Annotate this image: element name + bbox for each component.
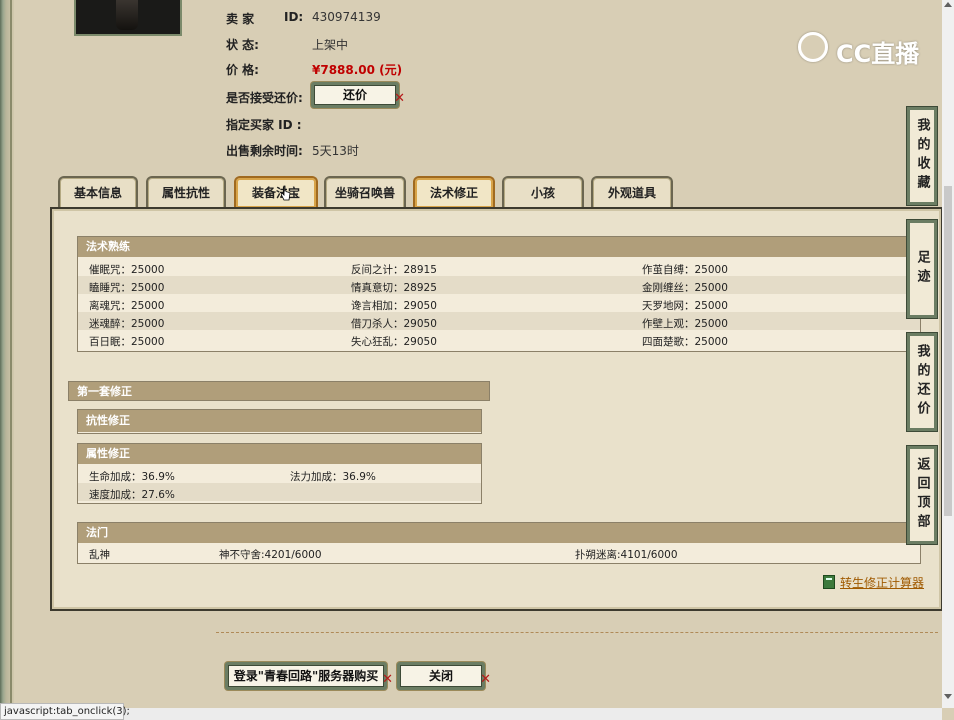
back-to-top-button[interactable]: 返回顶部 (907, 446, 937, 544)
tab-appearance[interactable]: 外观道具 (591, 176, 673, 208)
side-button-label: 我的还价 (914, 344, 930, 420)
my-favorites-button[interactable]: 我的收藏 (907, 107, 937, 205)
scroll-down-arrow-icon[interactable] (944, 694, 952, 699)
character-figure (116, 0, 138, 30)
skill-cell: 金刚缠丝：25000 (642, 282, 728, 294)
fa-men-cell: 乱神 (89, 549, 110, 561)
counter-offer-button-label: 还价 (342, 88, 367, 102)
correction-set-header: 第一套修正 (68, 381, 490, 401)
side-button-label: 返回顶部 (914, 457, 930, 533)
status-value: 上架中 (312, 38, 349, 52)
fa-men-cell: 扑朔迷离:4101/6000 (575, 549, 678, 561)
calculator-icon (823, 575, 835, 589)
tab-label: 坐骑召唤兽 (334, 186, 395, 200)
skill-cell: 迷魂醉：25000 (89, 318, 165, 330)
character-avatar (74, 0, 182, 36)
skill-cell: 百日眠：25000 (89, 336, 165, 348)
attr-cell: 速度加成：27.6% (89, 489, 175, 501)
remaining-time-value: 5天13时 (312, 144, 359, 158)
status-bar: javascript:tab_onclick(3); (0, 703, 130, 720)
login-buy-button[interactable]: 登录"青春回路"服务器购买 ✕ (225, 662, 393, 690)
row-bg (78, 294, 920, 312)
skill-cell: 离魂咒：25000 (89, 300, 165, 312)
spell-skill-header: 法术熟练 (78, 237, 920, 257)
close-button-label: 关闭 (428, 669, 453, 683)
designated-buyer-label: 指定买家 ID : (226, 118, 302, 132)
tab-label: 基本信息 (73, 186, 122, 200)
tab-equipment[interactable]: 装备法宝 (234, 176, 318, 208)
skill-cell: 催眠咒：25000 (89, 264, 165, 276)
watermark-text: CC直播 (836, 40, 920, 68)
scrollbar-thumb[interactable] (944, 186, 952, 516)
counter-offer-label: 是否接受还价: (226, 91, 303, 105)
close-x-icon: ✕ (394, 91, 405, 106)
tab-label: 装备法宝 (251, 186, 300, 200)
horizontal-scrollbar[interactable] (124, 708, 942, 720)
tab-label: 小孩 (530, 186, 555, 200)
my-counter-offers-button[interactable]: 我的还价 (907, 333, 937, 431)
skill-cell: 谗言相加：29050 (351, 300, 437, 312)
tab-label: 属性抗性 (161, 186, 210, 200)
skill-cell: 借刀杀人：29050 (351, 318, 437, 330)
scroll-up-arrow-icon[interactable] (944, 2, 952, 7)
tab-mounts-summons[interactable]: 坐骑召唤兽 (324, 176, 406, 208)
fa-men-header: 法门 (78, 523, 920, 543)
side-button-label: 我的收藏 (914, 118, 930, 194)
left-frame-border (0, 0, 14, 720)
row-bg (78, 276, 920, 294)
fa-men-cell: 神不守舍:4201/6000 (219, 549, 322, 561)
tab-children[interactable]: 小孩 (502, 176, 584, 208)
cc-logo-icon (798, 32, 828, 62)
row-bg (78, 258, 920, 276)
skill-cell: 天罗地网：25000 (642, 300, 728, 312)
seller-id-value: 430974139 (312, 10, 381, 24)
status-label: 状 态: (226, 38, 259, 52)
price-label: 价 格: (226, 63, 259, 77)
row-bg (78, 330, 920, 348)
tab-spell-correction[interactable]: 法术修正 (413, 176, 495, 208)
skill-cell: 作茧自缚：25000 (642, 264, 728, 276)
calculator-link-label: 转生修正计算器 (840, 576, 925, 590)
row-bg (78, 312, 920, 330)
close-button[interactable]: 关闭 ✕ (397, 662, 491, 690)
id-label: ID: (284, 10, 304, 24)
dashed-divider (216, 632, 938, 633)
attr-correction-header: 属性修正 (78, 444, 481, 464)
attr-cell: 法力加成：36.9% (290, 471, 376, 483)
skill-cell: 作壁上观：25000 (642, 318, 728, 330)
skill-cell: 情真意切：28925 (351, 282, 437, 294)
rebirth-calculator-link[interactable]: 转生修正计算器 (823, 574, 924, 591)
close-x-icon: ✕ (480, 672, 491, 687)
tab-basic-info[interactable]: 基本信息 (58, 176, 138, 208)
skill-cell: 失心狂乱：29050 (351, 336, 437, 348)
resist-correction-header: 抗性修正 (78, 410, 481, 432)
skill-cell: 瞌睡咒：25000 (89, 282, 165, 294)
skill-cell: 反间之计：28915 (351, 264, 437, 276)
cc-live-watermark: CC直播 (798, 30, 924, 70)
mouse-cursor-icon (281, 185, 291, 201)
price-value: ¥7888.00 (元) (312, 63, 403, 77)
remaining-time-label: 出售剩余时间: (226, 144, 303, 158)
tab-label: 法术修正 (429, 186, 478, 200)
counter-offer-button[interactable]: 还价 ✕ (311, 82, 405, 108)
tab-attributes[interactable]: 属性抗性 (146, 176, 226, 208)
skill-cell: 四面楚歌：25000 (642, 336, 728, 348)
close-x-icon: ✕ (382, 672, 393, 687)
attr-cell: 生命加成：36.9% (89, 471, 175, 483)
tab-label: 外观道具 (607, 186, 656, 200)
side-button-label: 足迹 (914, 250, 930, 288)
seller-label: 卖 家 (226, 12, 255, 26)
footprints-button[interactable]: 足迹 (907, 220, 937, 318)
login-buy-button-label: 登录"青春回路"服务器购买 (233, 669, 379, 683)
